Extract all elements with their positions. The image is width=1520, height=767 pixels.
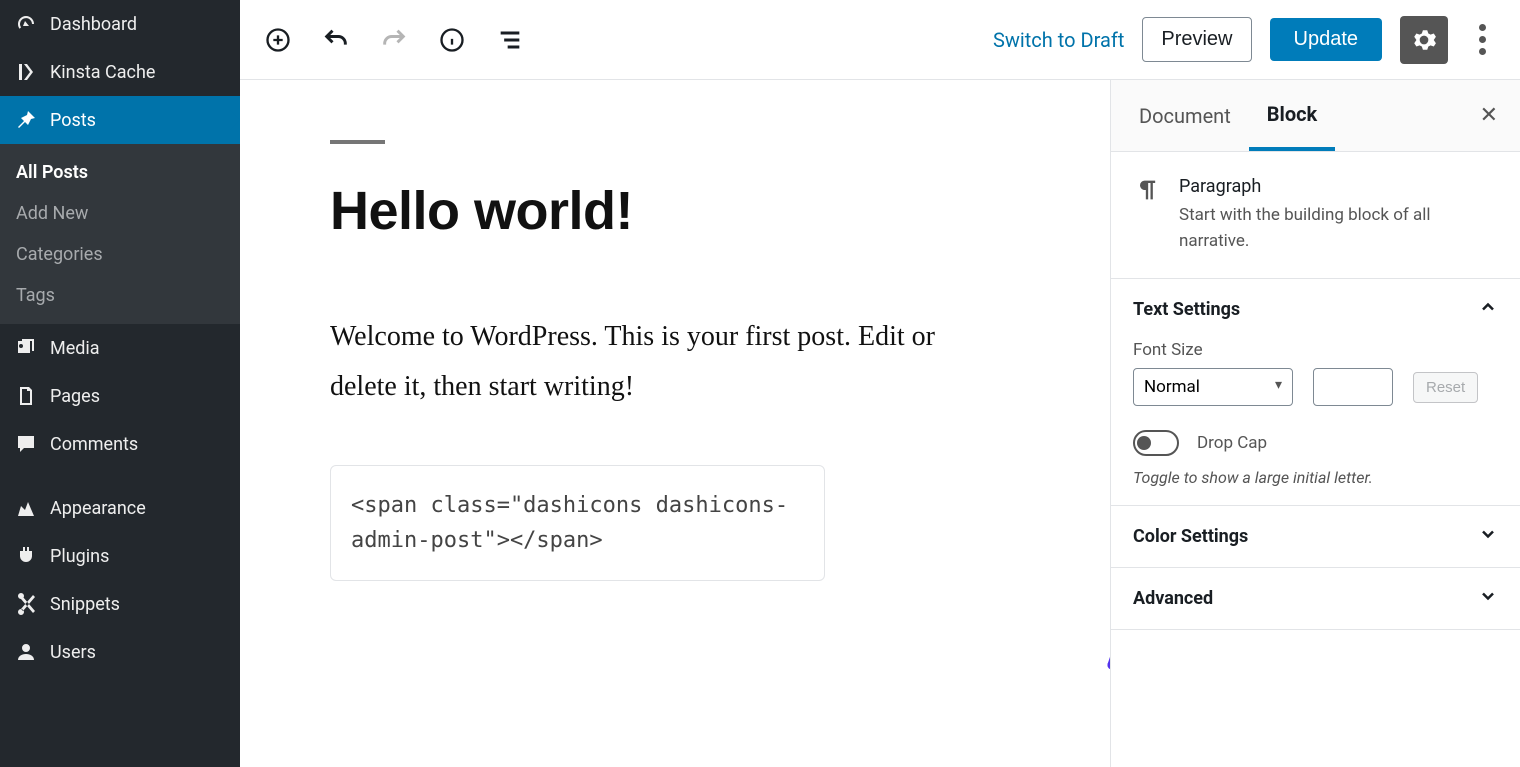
- color-settings-toggle[interactable]: Color Settings: [1133, 524, 1498, 549]
- add-block-button[interactable]: [262, 24, 294, 56]
- section-title: Color Settings: [1133, 526, 1248, 547]
- editor-topbar: Switch to Draft Preview Update: [240, 0, 1520, 80]
- main-area: Switch to Draft Preview Update Hello wor…: [240, 0, 1520, 767]
- kinsta-icon: [14, 60, 38, 84]
- sidebar-label: Dashboard: [50, 14, 137, 35]
- sidebar-label: Appearance: [50, 498, 146, 519]
- update-button[interactable]: Update: [1270, 18, 1383, 61]
- font-size-input[interactable]: [1313, 368, 1393, 406]
- more-options-button[interactable]: [1466, 24, 1498, 55]
- sidebar-submenu-posts: All Posts Add New Categories Tags: [0, 144, 240, 324]
- sidebar-label: Plugins: [50, 546, 109, 567]
- chevron-down-icon: [1478, 586, 1498, 611]
- block-description: Start with the building block of all nar…: [1179, 203, 1498, 254]
- pages-icon: [14, 384, 38, 408]
- settings-panel: Document Block ✕ Paragraph Start with th…: [1110, 80, 1520, 767]
- drop-cap-toggle[interactable]: [1133, 430, 1179, 456]
- custom-html-block[interactable]: <span class="dashicons dashicons-admin-p…: [330, 465, 825, 581]
- plugins-icon: [14, 544, 38, 568]
- preview-button[interactable]: Preview: [1142, 17, 1251, 62]
- section-title: Text Settings: [1133, 299, 1240, 320]
- reset-button[interactable]: Reset: [1413, 372, 1478, 403]
- paragraph-icon: [1133, 176, 1161, 254]
- snippets-icon: [14, 592, 38, 616]
- settings-toggle-button[interactable]: [1400, 16, 1448, 64]
- sidebar-item-snippets[interactable]: Snippets: [0, 580, 240, 628]
- text-settings-toggle[interactable]: Text Settings: [1133, 297, 1498, 322]
- post-title[interactable]: Hello world!: [330, 180, 1020, 242]
- sidebar-label: Snippets: [50, 594, 120, 615]
- text-settings-section: Text Settings Font Size Normal Reset Dro…: [1111, 279, 1520, 506]
- sidebar-label: Kinsta Cache: [50, 62, 155, 83]
- sidebar-item-plugins[interactable]: Plugins: [0, 532, 240, 580]
- sidebar-item-dashboard[interactable]: Dashboard: [0, 0, 240, 48]
- title-rule: [330, 140, 385, 144]
- sidebar-item-pages[interactable]: Pages: [0, 372, 240, 420]
- sidebar-sub-categories[interactable]: Categories: [0, 234, 240, 275]
- drop-cap-help: Toggle to show a large initial letter.: [1133, 468, 1498, 487]
- comments-icon: [14, 432, 38, 456]
- block-name: Paragraph: [1179, 176, 1498, 197]
- advanced-toggle[interactable]: Advanced: [1133, 586, 1498, 611]
- outline-button[interactable]: [494, 24, 526, 56]
- info-button[interactable]: [436, 24, 468, 56]
- sidebar-label: Posts: [50, 110, 96, 131]
- font-size-select[interactable]: Normal: [1133, 368, 1293, 406]
- sidebar-sub-all-posts[interactable]: All Posts: [0, 152, 240, 193]
- font-size-label: Font Size: [1133, 340, 1498, 360]
- undo-button[interactable]: [320, 24, 352, 56]
- redo-button[interactable]: [378, 24, 410, 56]
- sidebar-item-media[interactable]: Media: [0, 324, 240, 372]
- tab-document[interactable]: Document: [1121, 80, 1249, 151]
- paragraph-block[interactable]: Welcome to WordPress. This is your first…: [330, 312, 950, 413]
- media-icon: [14, 336, 38, 360]
- appearance-icon: [14, 496, 38, 520]
- tab-block[interactable]: Block: [1249, 80, 1335, 151]
- panel-tabs: Document Block ✕: [1111, 80, 1520, 152]
- sidebar-sub-add-new[interactable]: Add New: [0, 193, 240, 234]
- color-settings-section: Color Settings: [1111, 506, 1520, 568]
- chevron-down-icon: [1478, 524, 1498, 549]
- sidebar-sub-tags[interactable]: Tags: [0, 275, 240, 316]
- section-title: Advanced: [1133, 588, 1213, 609]
- sidebar-item-appearance[interactable]: Appearance: [0, 484, 240, 532]
- block-info: Paragraph Start with the building block …: [1111, 152, 1520, 279]
- editor-canvas[interactable]: Hello world! Welcome to WordPress. This …: [240, 80, 1110, 767]
- sidebar-label: Pages: [50, 386, 100, 407]
- annotation-arrow-icon: [1090, 570, 1110, 690]
- sidebar-label: Users: [50, 642, 96, 663]
- sidebar-label: Comments: [50, 434, 138, 455]
- pin-icon: [14, 108, 38, 132]
- sidebar-item-users[interactable]: Users: [0, 628, 240, 676]
- drop-cap-label: Drop Cap: [1197, 433, 1267, 453]
- advanced-section: Advanced: [1111, 568, 1520, 630]
- sidebar-item-kinsta[interactable]: Kinsta Cache: [0, 48, 240, 96]
- sidebar-item-comments[interactable]: Comments: [0, 420, 240, 468]
- admin-sidebar: Dashboard Kinsta Cache Posts All Posts A…: [0, 0, 240, 767]
- users-icon: [14, 640, 38, 664]
- chevron-up-icon: [1478, 297, 1498, 322]
- switch-to-draft-link[interactable]: Switch to Draft: [993, 28, 1124, 52]
- sidebar-item-posts[interactable]: Posts: [0, 96, 240, 144]
- dashboard-icon: [14, 12, 38, 36]
- close-panel-button[interactable]: ✕: [1468, 103, 1510, 128]
- sidebar-label: Media: [50, 338, 100, 359]
